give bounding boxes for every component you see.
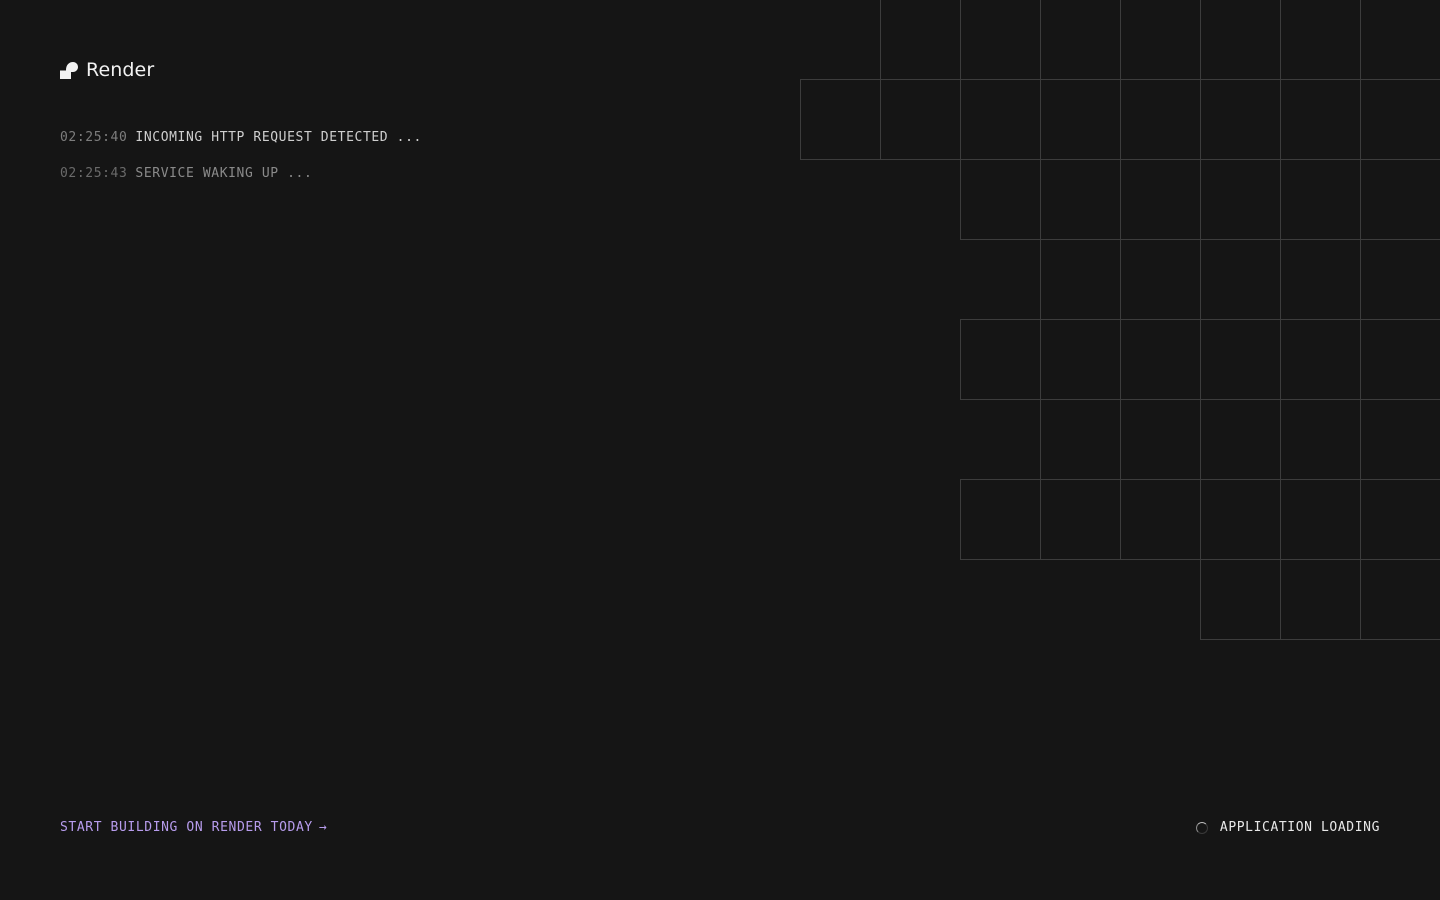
arrow-right-icon: → xyxy=(318,820,328,835)
grid-cell xyxy=(800,79,881,160)
event-log: 02:25:40 INCOMING HTTP REQUEST DETECTED .… xyxy=(60,130,422,202)
grid-cell xyxy=(1200,479,1281,560)
grid-cell xyxy=(1200,239,1281,320)
grid-cell xyxy=(960,0,1041,80)
grid-cell xyxy=(1280,159,1361,240)
grid-cell xyxy=(1360,79,1440,160)
cta-label: START BUILDING ON RENDER TODAY xyxy=(60,820,313,835)
spinner-icon xyxy=(1195,821,1208,834)
grid-cell xyxy=(960,159,1041,240)
grid-cell xyxy=(1120,0,1201,80)
grid-cell xyxy=(1200,559,1281,640)
grid-cell xyxy=(1040,0,1121,80)
brand-name: Render xyxy=(86,59,155,81)
grid-cell xyxy=(1360,559,1440,640)
grid-cell xyxy=(1200,319,1281,400)
grid-cell xyxy=(960,479,1041,560)
log-line: 02:25:40 INCOMING HTTP REQUEST DETECTED .… xyxy=(60,130,422,166)
grid-cell xyxy=(1280,319,1361,400)
log-timestamp: 02:25:43 xyxy=(60,166,128,181)
grid-cell xyxy=(1040,79,1121,160)
grid-cell xyxy=(1280,79,1361,160)
loading-status: APPLICATION LOADING xyxy=(1195,820,1380,835)
grid-cell xyxy=(1120,319,1201,400)
grid-cell xyxy=(1040,479,1121,560)
grid-cell xyxy=(1280,399,1361,480)
log-message: SERVICE WAKING UP ... xyxy=(135,166,313,181)
grid-cell xyxy=(1280,479,1361,560)
grid-cell xyxy=(1200,159,1281,240)
grid-cell xyxy=(1200,399,1281,480)
grid-cell xyxy=(1280,0,1361,80)
brand-logo[interactable]: Render xyxy=(60,58,154,82)
grid-cell xyxy=(1360,399,1440,480)
grid-cell xyxy=(1280,239,1361,320)
grid-cell xyxy=(880,79,961,160)
grid-cell xyxy=(960,79,1041,160)
grid-cell xyxy=(1120,479,1201,560)
grid-cell xyxy=(1200,0,1281,80)
grid-cell xyxy=(1120,239,1201,320)
status-label: APPLICATION LOADING xyxy=(1219,820,1380,835)
grid-cell xyxy=(1040,319,1121,400)
grid-cell xyxy=(1360,239,1440,320)
grid-cell xyxy=(1040,159,1121,240)
grid-cell xyxy=(960,319,1041,400)
log-timestamp: 02:25:40 xyxy=(60,130,128,145)
grid-cell xyxy=(1120,79,1201,160)
log-line: 02:25:43 SERVICE WAKING UP ... xyxy=(60,166,422,202)
grid-cell xyxy=(1360,159,1440,240)
grid-cell xyxy=(1280,559,1361,640)
grid-cell xyxy=(1360,0,1440,80)
grid-cell xyxy=(1120,159,1201,240)
grid-cell xyxy=(1360,479,1440,560)
grid-cell xyxy=(1360,319,1440,400)
grid-cell xyxy=(1120,399,1201,480)
grid-cell xyxy=(1200,79,1281,160)
grid-cell xyxy=(1040,239,1121,320)
grid-cell xyxy=(880,0,961,80)
render-logo-icon xyxy=(60,62,78,79)
start-building-link[interactable]: START BUILDING ON RENDER TODAY → xyxy=(60,820,327,835)
log-message: INCOMING HTTP REQUEST DETECTED ... xyxy=(135,130,422,145)
grid-cell xyxy=(1040,399,1121,480)
